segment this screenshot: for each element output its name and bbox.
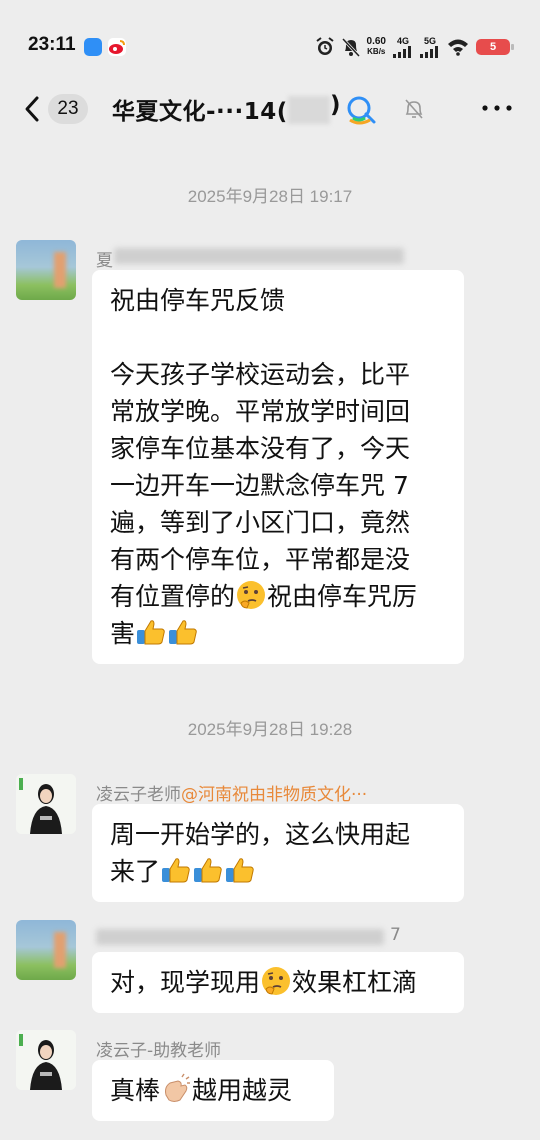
signal-4g: 4G [393,36,413,58]
redacted-member-count [288,96,330,124]
weibo-notification-icon [108,38,126,56]
status-bar: 23:11 0.60 KB/s 4G 5G 5 [0,0,540,84]
message-text: 祝由停车咒厉 [267,582,418,611]
alarm-icon [315,37,334,55]
message-line: 有两个停车位，平常都是没 [110,545,411,574]
message-line: 害 [110,615,446,652]
signal-5g: 5G [420,36,440,58]
message-line: 常放学晚。平常放学时间回 [110,397,411,426]
message-bubble[interactable]: 周一开始学的，这么快用起 来了 [92,804,464,902]
chat-header: 23 华夏文化-···14( ) [0,84,540,134]
chat-title[interactable]: 华夏文化-···14( [112,92,288,126]
message-line: 遍，等到了小区门口，竟然 [110,508,411,537]
qq-group-icon[interactable] [344,94,378,128]
message-bubble[interactable]: 对，现学现用 效果杠杠滴 [92,952,464,1013]
mention-link[interactable]: @河南祝由非物质文化··· [181,785,367,805]
message-title: 祝由停车咒反馈 [110,286,286,315]
message-blank-line [110,319,446,356]
message-line: 真棒 越用越灵 [110,1072,316,1109]
avatar[interactable] [16,240,76,300]
net-speed-unit: KB/s [367,47,386,56]
thumbs-up-emoji [226,858,254,883]
thinking-face-emoji [237,581,266,609]
redacted-sender-name [96,929,384,945]
message-text: 有位置停的 [110,582,236,611]
message-text: 效果杠杠滴 [292,968,418,997]
message-timestamp: 2025年9月28日 19:28 [187,720,353,739]
thumbs-up-emoji [194,858,222,883]
message-bubble[interactable]: 祝由停车咒反馈 今天孩子学校运动会，比平 常放学晚。平常放学时间回 家停车位基本… [92,270,464,664]
more-dots-icon[interactable] [480,96,514,120]
sender-name[interactable]: 凌云子老师@河南祝由非物质文化··· [96,780,367,805]
chat-title-close: ) [330,92,341,118]
message-line: 周一开始学的，这么快用起 [110,820,411,849]
message-line: 来了 [110,853,446,890]
redacted-sender-name [114,248,404,264]
avatar[interactable] [16,774,76,834]
wifi-icon [448,39,468,56]
message-line: 今天孩子学校运动会，比平 [110,360,411,389]
network-speed: 0.60 KB/s [367,37,386,57]
unread-count-badge[interactable]: 23 [48,94,88,124]
chevron-left-icon[interactable] [20,94,46,124]
sender-name[interactable]: 夏 [96,246,113,271]
bell-off-icon[interactable] [402,97,426,121]
message-timestamp: 2025年9月28日 19:17 [187,187,353,206]
thumbs-up-emoji [169,620,197,645]
message-text: 对，现学现用 [110,968,261,997]
status-time: 23:11 [28,34,76,55]
net-speed-value: 0.60 [366,36,386,47]
app-notification-icon [84,38,102,56]
avatar[interactable] [16,920,76,980]
silent-bell-icon [341,37,360,57]
avatar[interactable] [16,1030,76,1090]
clapping-hands-emoji [165,1073,191,1102]
sender-name-suffix: 7 [390,925,401,945]
message-line: 家停车位基本没有了，今天 [110,434,411,463]
signal-4g-label: 4G [396,36,409,46]
thumbs-up-emoji [162,858,190,883]
sender-name-text: 凌云子老师 [96,785,181,805]
message-text: 越用越灵 [192,1076,293,1105]
signal-5g-label: 5G [423,36,436,46]
message-line: 有位置停的 祝由停车咒厉 [110,578,446,615]
message-text: 害 [110,619,136,648]
sender-name[interactable]: 凌云子-助教老师 [96,1036,221,1061]
message-line: 对，现学现用 效果杠杠滴 [110,964,446,1001]
message-text: 来了 [110,857,161,886]
thinking-face-emoji [262,967,291,995]
battery-indicator: 5 [476,39,514,55]
message-bubble[interactable]: 真棒 越用越灵 [92,1060,334,1121]
thumbs-up-emoji [137,620,165,645]
message-line: 一边开车一边默念停车咒 7 [110,471,409,500]
message-text: 真棒 [110,1076,161,1105]
